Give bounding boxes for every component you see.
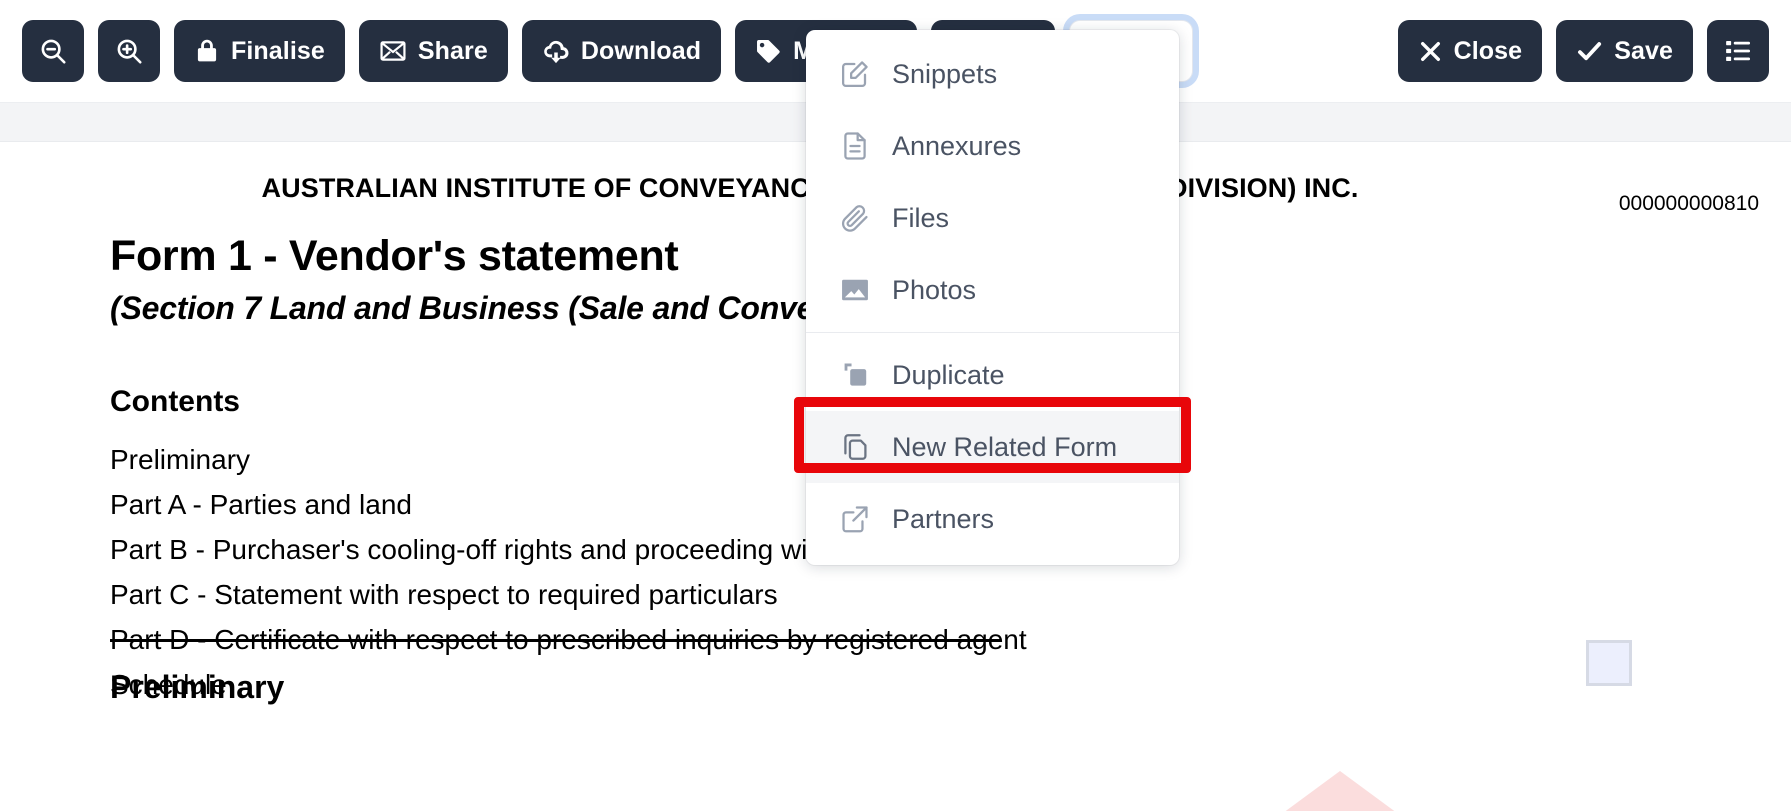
menu-item-new-related-form-wrapper: New Related Form xyxy=(794,397,1191,483)
document-lines-icon xyxy=(838,129,872,163)
image-icon xyxy=(838,273,872,307)
finalise-button[interactable]: Finalise xyxy=(174,20,345,82)
check-icon xyxy=(1576,38,1603,65)
menu-separator xyxy=(806,332,1179,333)
list-menu-button[interactable] xyxy=(1707,20,1769,82)
download-button[interactable]: Download xyxy=(521,20,722,82)
copy-filled-icon xyxy=(838,358,872,392)
menu-item-snippets[interactable]: Snippets xyxy=(806,38,1179,110)
form-field-placeholder[interactable] xyxy=(1586,640,1632,686)
external-link-icon xyxy=(838,502,872,536)
list-menu-icon xyxy=(1723,36,1753,66)
contents-item: Part C - Statement with respect to requi… xyxy=(110,579,778,610)
close-label: Close xyxy=(1453,36,1523,65)
menu-item-photos[interactable]: Photos xyxy=(806,254,1179,326)
zoom-out-button[interactable] xyxy=(22,20,84,82)
share-label: Share xyxy=(417,36,488,65)
magnifier-minus-icon xyxy=(38,36,68,66)
actions-dropdown-menu: Snippets Annexures Files Photos Duplicat… xyxy=(794,30,1191,565)
menu-item-label: Annexures xyxy=(892,130,1022,161)
lock-icon xyxy=(194,38,220,64)
menu-item-label: Photos xyxy=(892,274,977,305)
menu-item-label: Partners xyxy=(892,503,995,534)
menu-item-annexures[interactable]: Annexures xyxy=(806,110,1179,182)
document-editor-app: Finalise Share Download Close Save AUSTR… xyxy=(0,0,1791,811)
magnifier-plus-icon xyxy=(114,36,144,66)
edit-square-icon xyxy=(838,57,872,91)
menu-item-label: Files xyxy=(892,202,950,233)
finalise-label: Finalise xyxy=(231,36,325,65)
menu-item-label: Duplicate xyxy=(892,359,1005,390)
document-number: 000000000810 xyxy=(1618,192,1759,215)
paperclip-icon xyxy=(838,201,872,235)
document-title: Form 1 - Vendor's statement xyxy=(110,232,679,280)
strikethrough-line xyxy=(110,639,1000,642)
envelope-icon xyxy=(379,37,407,65)
contents-item-struck: Part D - Certificate with respect to pre… xyxy=(110,617,1027,662)
menu-item-duplicate[interactable]: Duplicate xyxy=(806,339,1179,411)
menu-item-label: Snippets xyxy=(892,58,998,89)
download-label: Download xyxy=(580,36,702,65)
share-button[interactable]: Share xyxy=(358,20,508,82)
save-button[interactable]: Save xyxy=(1556,20,1693,82)
menu-item-label: New Related Form xyxy=(892,431,1118,462)
zoom-in-button[interactable] xyxy=(98,20,160,82)
tag-icon xyxy=(755,38,782,65)
menu-item-files[interactable]: Files xyxy=(806,182,1179,254)
save-label: Save xyxy=(1614,36,1673,65)
contents-heading: Contents xyxy=(110,385,240,418)
close-button[interactable]: Close xyxy=(1397,20,1543,82)
page-marker-triangle xyxy=(1283,771,1397,811)
menu-item-new-related-form[interactable]: New Related Form xyxy=(806,411,1179,483)
menu-item-partners[interactable]: Partners xyxy=(806,483,1179,555)
close-x-icon xyxy=(1418,39,1443,64)
cloud-download-icon xyxy=(542,37,570,65)
copy-outline-icon xyxy=(838,430,872,464)
section-heading-preliminary: Preliminary xyxy=(110,669,285,705)
